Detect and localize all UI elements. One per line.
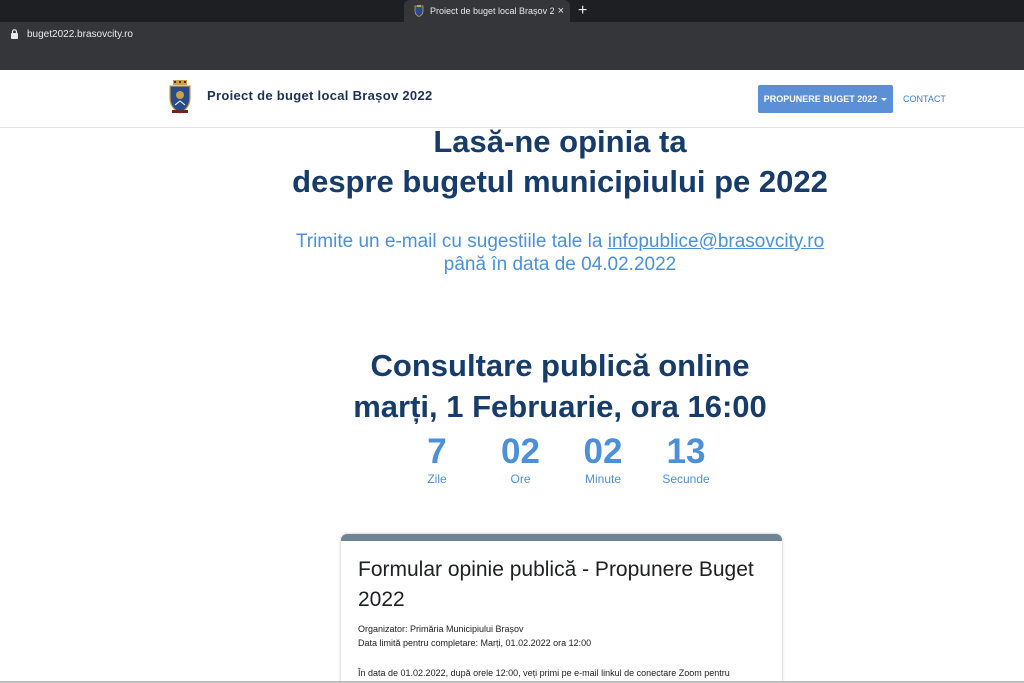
- countdown-days-value: 7: [427, 432, 447, 471]
- site-header: Proiect de buget local Brașov 2022 PROPU…: [0, 70, 1024, 128]
- hero-subtitle-line-2: până în data de 04.02.2022: [443, 254, 677, 275]
- public-opinion-form-card: Formular opinie publică - Propunere Buge…: [341, 534, 782, 683]
- propunere-buget-dropdown-button[interactable]: PROPUNERE BUGET 2022: [758, 85, 893, 113]
- countdown-seconds: 13 Secunde: [657, 432, 715, 486]
- form-organizer: Organizator: Primăria Municipiului Brașo…: [358, 624, 524, 634]
- countdown-timer: 7 Zile 02 Ore 02 Minute 13 Secunde: [0, 432, 1024, 492]
- hero-headline-line-1: Lasă-ne opinia ta: [433, 124, 687, 159]
- tab-title: Proiect de buget local Brașov 2022: [430, 6, 554, 16]
- contact-link[interactable]: CONTACT: [903, 94, 946, 104]
- hero-subtitle-prefix: Trimite un e-mail cu sugestiile tale la: [295, 231, 608, 252]
- browser-toolbar-strip: [0, 46, 1024, 70]
- tab-close-icon[interactable]: ×: [558, 5, 564, 17]
- countdown-days: 7 Zile: [412, 432, 462, 486]
- form-title: Formular opinie publică - Propunere Buge…: [358, 558, 754, 611]
- countdown-days-label: Zile: [427, 472, 447, 486]
- site-title[interactable]: Proiect de buget local Brașov 2022: [207, 88, 433, 103]
- email-link[interactable]: infopublice@brasovcity.ro: [608, 231, 824, 252]
- coat-of-arms-icon[interactable]: [168, 80, 192, 114]
- browser-tab-bar: Proiect de buget local Brașov 2022 × +: [0, 0, 1024, 22]
- consultation-title-line-1: Consultare publică online: [370, 348, 750, 383]
- address-bar[interactable]: buget2022.brasovcity.ro: [0, 22, 1024, 46]
- countdown-minutes-value: 02: [583, 432, 623, 471]
- url-text: buget2022.brasovcity.ro: [27, 28, 133, 40]
- caret-down-icon: [881, 97, 888, 101]
- coat-of-arms-icon: [414, 5, 424, 17]
- new-tab-icon[interactable]: +: [578, 2, 587, 20]
- countdown-seconds-label: Secunde: [662, 472, 710, 486]
- propunere-buget-label: PROPUNERE BUGET 2022: [763, 94, 878, 104]
- countdown-hours: 02 Ore: [493, 432, 548, 486]
- lock-icon: [11, 29, 18, 39]
- countdown-hours-label: Ore: [510, 472, 531, 486]
- hero-subtitle-line-1: Trimite un e-mail cu sugestiile tale la …: [0, 230, 1024, 253]
- countdown-minutes: 02 Minute: [574, 432, 632, 486]
- countdown-seconds-value: 13: [666, 432, 706, 471]
- countdown-minutes-label: Minute: [584, 472, 622, 486]
- browser-tab[interactable]: Proiect de buget local Brașov 2022 ×: [404, 0, 570, 22]
- countdown-hours-value: 02: [501, 432, 540, 471]
- form-deadline: Data limită pentru completare: Marți, 01…: [358, 638, 592, 648]
- consultation-title-line-2: marți, 1 Februarie, ora 16:00: [353, 389, 767, 424]
- hero-headline-line-2: despre bugetul municipiului pe 2022: [292, 164, 828, 199]
